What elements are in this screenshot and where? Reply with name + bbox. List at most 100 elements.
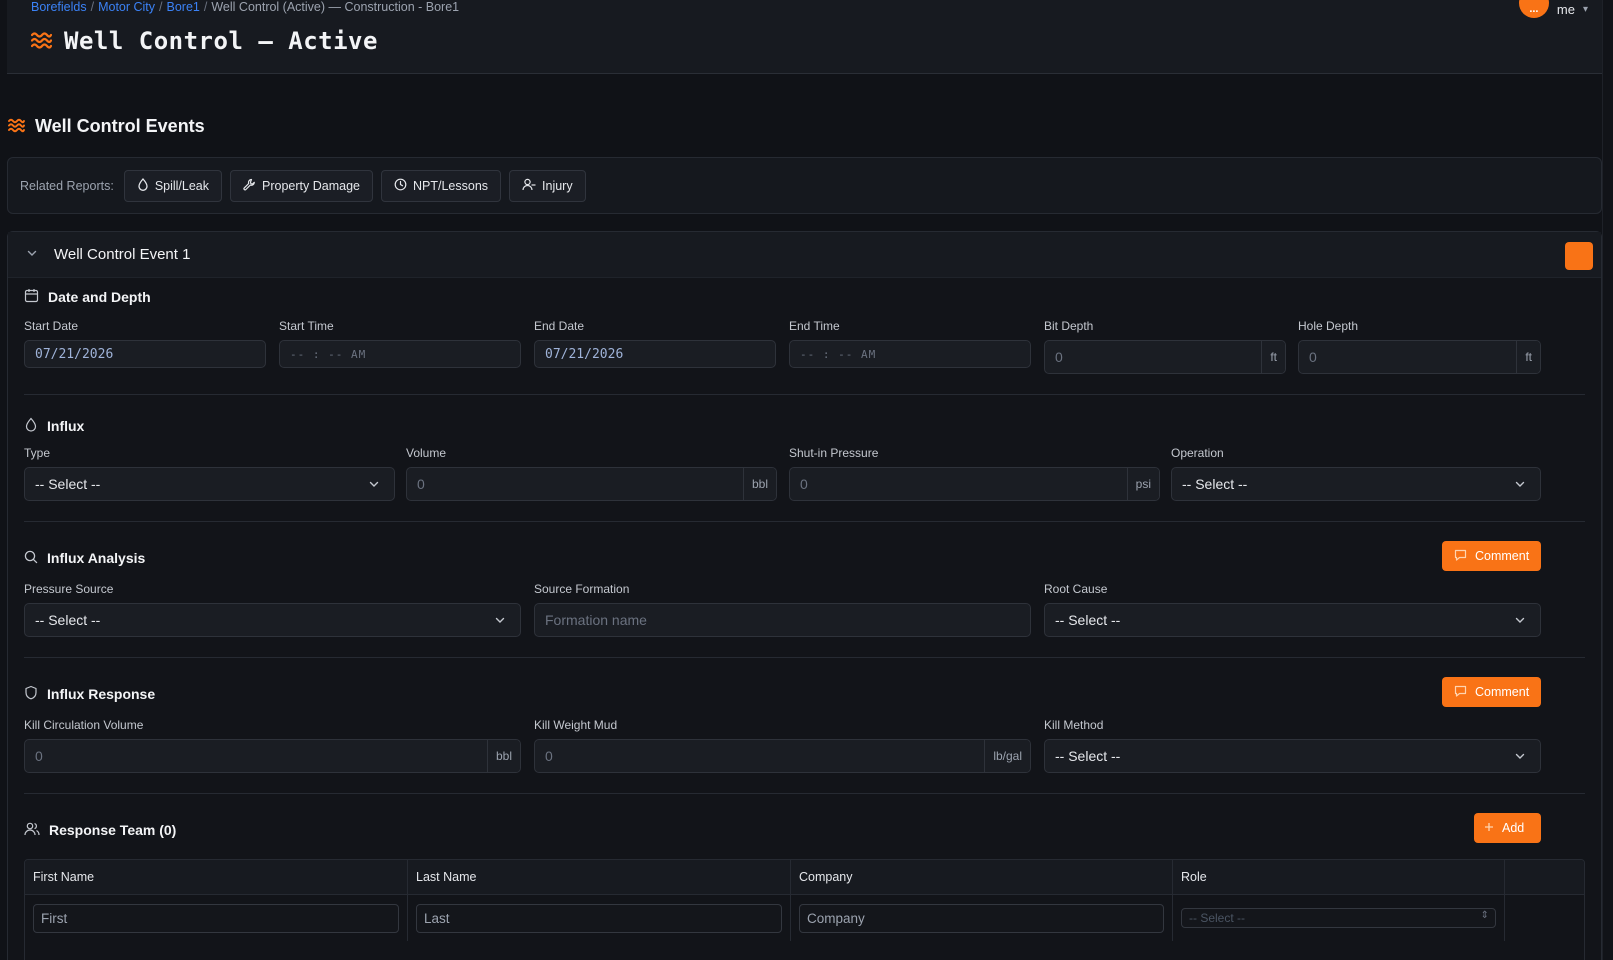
influx-type-value: -- Select -- — [35, 476, 101, 492]
event-title: Well Control Event 1 — [54, 246, 191, 263]
operation-label: Operation — [1171, 446, 1224, 460]
response-team-group: Response Team (0) — [24, 820, 1585, 840]
start-date-input[interactable]: 07/21/2026 — [24, 340, 266, 368]
volume-input[interactable]: 0 bbl — [406, 467, 777, 501]
company-input[interactable]: Company — [799, 903, 1164, 933]
end-date-input[interactable]: 07/21/2026 — [534, 340, 776, 368]
wrench-icon — [243, 178, 256, 194]
comment-icon — [1454, 549, 1467, 564]
volume-placeholder: 0 — [417, 476, 425, 492]
start-date-field: Start Date 07/21/2026 — [24, 319, 266, 368]
role-select[interactable]: -- Select -- ⇕ — [1181, 908, 1496, 928]
start-time-value: -- : -- AM — [290, 347, 367, 361]
droplet-icon — [24, 417, 38, 435]
source-formation-label: Source Formation — [534, 582, 630, 596]
pressure-source-select[interactable]: -- Select -- — [24, 603, 521, 637]
date-depth-title: Date and Depth — [48, 289, 151, 305]
breadcrumb-link-borefields[interactable]: Borefields — [31, 0, 87, 14]
kill-circulation-volume-input[interactable]: 0 bbl — [24, 739, 521, 773]
cell-last-name: Last — [408, 895, 791, 941]
kill-method-field: Kill Method -- Select -- — [1044, 718, 1541, 773]
injury-button[interactable]: Injury — [509, 169, 586, 202]
spill-leak-button[interactable]: Spill/Leak — [123, 169, 223, 202]
spill-leak-label: Spill/Leak — [154, 178, 210, 193]
kill-weight-mud-input[interactable]: 0 lb/gal — [534, 739, 1031, 773]
operation-field: Operation -- Select -- — [1171, 446, 1541, 501]
section-heading: Well Control Events — [8, 116, 205, 137]
hole-depth-placeholder: 0 — [1309, 349, 1317, 365]
influx-analysis-title: Influx Analysis — [47, 550, 146, 566]
shut-in-pressure-input[interactable]: 0 psi — [789, 467, 1160, 501]
related-reports-bar: Related Reports: Spill/Leak Property Dam… — [7, 157, 1602, 214]
breadcrumb-link-bore1[interactable]: Bore1 — [167, 0, 200, 14]
start-time-input[interactable]: -- : -- AM — [279, 340, 521, 368]
chevron-down-icon — [494, 613, 506, 629]
waves-icon — [30, 31, 53, 52]
table-header: First Name Last Name Company Role — [25, 860, 1584, 895]
volume-unit: bbl — [742, 468, 776, 500]
analysis-comment-button[interactable]: Comment — [1442, 541, 1542, 571]
kill-weight-mud-label: Kill Weight Mud — [534, 718, 618, 732]
kill-method-value: -- Select -- — [1055, 748, 1121, 764]
chevron-down-icon — [368, 477, 380, 493]
breadcrumb: Borefields / Motor City / Bore1/Well Control… — [31, 0, 459, 14]
user-menu[interactable]: ... me ▾ — [1518, 0, 1588, 18]
page-scrollbar[interactable] — [1602, 0, 1613, 960]
divider — [24, 521, 1585, 522]
breadcrumb-separator: / — [90, 0, 95, 14]
chevron-down-icon[interactable]: ▾ — [1583, 0, 1588, 15]
column-first-name: First Name — [25, 860, 408, 894]
start-time-label: Start Time — [279, 319, 334, 333]
well-control-event-panel: Well Control Event 1 Date and Depth Star… — [7, 231, 1602, 960]
start-date-label: Start Date — [24, 319, 79, 333]
kill-weight-mud-field: Kill Weight Mud 0 lb/gal — [534, 718, 1031, 773]
page-title: Well Control — Active — [64, 27, 378, 55]
role-value: -- Select -- — [1189, 911, 1246, 925]
add-label: Add — [1502, 821, 1525, 835]
end-time-input[interactable]: -- : -- AM — [789, 340, 1031, 368]
root-cause-value: -- Select -- — [1055, 612, 1121, 628]
comment-icon — [1454, 685, 1467, 700]
property-damage-button[interactable]: Property Damage — [230, 169, 373, 202]
root-cause-select[interactable]: -- Select -- — [1044, 603, 1541, 637]
response-comment-button[interactable]: Comment — [1442, 677, 1542, 707]
breadcrumb-separator: / — [203, 0, 208, 14]
bit-depth-field: Bit Depth 0 ft — [1044, 319, 1286, 374]
add-team-member-button[interactable]: Add — [1474, 813, 1541, 843]
end-date-field: End Date 07/21/2026 — [534, 319, 776, 368]
related-reports-label: Related Reports: — [20, 178, 114, 193]
cell-actions — [1505, 895, 1566, 941]
source-formation-placeholder: Formation name — [545, 612, 647, 628]
influx-type-select[interactable]: -- Select -- — [24, 467, 395, 501]
bit-depth-input[interactable]: 0 ft — [1044, 340, 1286, 374]
chevron-down-icon[interactable] — [26, 247, 38, 262]
column-role: Role — [1173, 860, 1505, 894]
influx-type-label: Type — [24, 446, 51, 460]
end-time-value: -- : -- AM — [800, 347, 877, 361]
end-time-label: End Time — [789, 319, 840, 333]
breadcrumb-link-motor-city[interactable]: Motor City — [98, 0, 155, 14]
event-action-button[interactable] — [1565, 242, 1593, 270]
volume-label: Volume — [406, 446, 447, 460]
injury-label: Injury — [542, 178, 573, 193]
response-team-table: First Name Last Name Company Role First … — [24, 859, 1585, 960]
hole-depth-input[interactable]: 0 ft — [1298, 340, 1541, 374]
kill-weight-mud-unit: lb/gal — [984, 740, 1030, 772]
volume-field: Volume 0 bbl — [406, 446, 777, 501]
avatar[interactable]: ... — [1518, 0, 1549, 18]
source-formation-input[interactable]: Formation name — [534, 603, 1031, 637]
operation-select[interactable]: -- Select -- — [1171, 467, 1541, 501]
end-time-field: End Time -- : -- AM — [789, 319, 1031, 368]
pressure-source-value: -- Select -- — [35, 612, 101, 628]
first-name-input[interactable]: First — [33, 903, 399, 933]
npt-lessons-button[interactable]: NPT/Lessons — [380, 169, 502, 202]
kill-method-select[interactable]: -- Select -- — [1044, 739, 1541, 773]
influx-response-title: Influx Response — [47, 686, 156, 702]
search-icon — [24, 550, 38, 567]
root-cause-label: Root Cause — [1044, 582, 1108, 596]
kill-method-label: Kill Method — [1044, 718, 1104, 732]
plus-icon — [1484, 821, 1494, 835]
user-name[interactable]: me — [1557, 0, 1575, 17]
event-header[interactable]: Well Control Event 1 — [8, 232, 1601, 278]
last-name-input[interactable]: Last — [416, 903, 782, 933]
